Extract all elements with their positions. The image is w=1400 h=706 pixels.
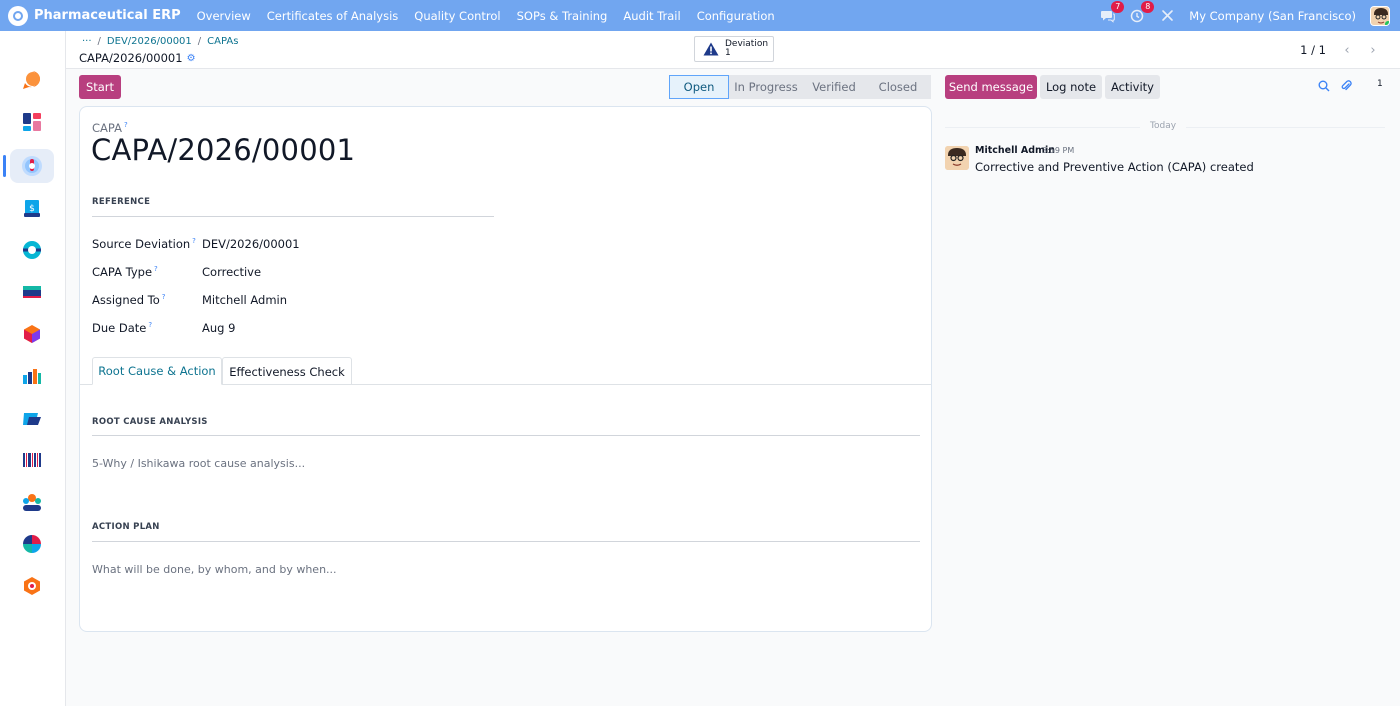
- due-date-label-text: Due Date: [92, 321, 147, 335]
- systray: 7 8 My Company (San Francisco): [1099, 0, 1390, 31]
- chatter-tools: [1318, 79, 1352, 92]
- activity-button[interactable]: Activity: [1105, 75, 1160, 99]
- action-plan-textarea[interactable]: What will be done, by whom, and by when.…: [92, 563, 337, 576]
- top-navbar: Pharmaceutical ERP Overview Certificates…: [0, 0, 1400, 31]
- send-message-button[interactable]: Send message: [945, 75, 1037, 99]
- breadcrumb-deviation[interactable]: DEV/2026/00001: [107, 36, 192, 47]
- capa-type-label: CAPA Type?: [92, 265, 158, 279]
- inventory-app-icon[interactable]: [10, 317, 54, 351]
- pharma-erp-app-icon[interactable]: [10, 149, 54, 183]
- source-deviation-field[interactable]: DEV/2026/00001: [202, 237, 300, 251]
- employees-app-icon[interactable]: [10, 485, 54, 519]
- record-title-text: CAPA/2026/00001: [79, 51, 183, 65]
- app-sidebar: $: [0, 31, 66, 706]
- action-plan-divider: [92, 541, 920, 542]
- tab-root-cause-action[interactable]: Root Cause & Action: [92, 357, 222, 385]
- breadcrumb-ellipsis[interactable]: ···: [82, 36, 92, 47]
- pager: 1 / 1 ‹ ›: [1300, 39, 1384, 61]
- menu-quality-control[interactable]: Quality Control: [406, 9, 508, 23]
- breadcrumb-separator: /: [197, 36, 202, 47]
- action-plan-group-title: ACTION PLAN: [92, 522, 160, 532]
- help-tooltip-icon[interactable]: ?: [154, 265, 158, 273]
- help-tooltip-icon[interactable]: ?: [162, 293, 166, 301]
- active-app-marker: [3, 155, 6, 177]
- deviation-smart-button[interactable]: Deviation 1: [694, 36, 774, 62]
- menu-configuration[interactable]: Configuration: [689, 9, 783, 23]
- status-bar: Open In Progress Verified Closed: [669, 75, 931, 99]
- notebook-tabs: Root Cause & Action Effectiveness Check: [80, 357, 931, 385]
- control-panel: ··· / DEV/2026/00001 / CAPAs CAPA/2026/0…: [66, 31, 1400, 69]
- menu-sops-training[interactable]: SOPs & Training: [509, 9, 616, 23]
- help-tooltip-icon[interactable]: ?: [192, 237, 196, 245]
- record-name[interactable]: CAPA/2026/00001: [91, 133, 355, 167]
- gear-icon[interactable]: ⚙: [187, 53, 196, 64]
- warning-icon: [703, 42, 719, 56]
- paperclip-icon[interactable]: [1340, 79, 1352, 92]
- search-icon[interactable]: [1318, 80, 1330, 92]
- dashboard-app-icon[interactable]: [10, 105, 54, 139]
- activities-clock-icon[interactable]: 8: [1129, 0, 1155, 24]
- assigned-to-field[interactable]: Mitchell Admin: [202, 293, 287, 307]
- user-avatar[interactable]: [1370, 5, 1390, 26]
- source-deviation-label-text: Source Deviation: [92, 237, 191, 251]
- breadcrumb-capas[interactable]: CAPAs: [207, 36, 238, 47]
- quality-app-icon[interactable]: [10, 401, 54, 435]
- message-body: Corrective and Preventive Action (CAPA) …: [975, 160, 1254, 174]
- barcode-app-icon[interactable]: [10, 443, 54, 477]
- due-date-label: Due Date?: [92, 321, 152, 335]
- date-separator: Today: [1140, 121, 1187, 131]
- reference-divider: [92, 216, 494, 217]
- main-menu: Overview Certificates of Analysis Qualit…: [189, 9, 783, 23]
- message-author-avatar[interactable]: [945, 146, 969, 170]
- breadcrumb: ··· / DEV/2026/00001 / CAPAs: [82, 36, 238, 47]
- start-button[interactable]: Start: [79, 75, 121, 99]
- stage-verified[interactable]: Verified: [803, 75, 865, 99]
- messages-icon[interactable]: 7: [1099, 0, 1125, 24]
- root-cause-textarea[interactable]: 5-Why / Ishikawa root cause analysis...: [92, 457, 305, 470]
- app-name[interactable]: Pharmaceutical ERP: [34, 8, 181, 23]
- assigned-to-label: Assigned To?: [92, 293, 166, 307]
- crm-app-icon[interactable]: [10, 233, 54, 267]
- stage-open[interactable]: Open: [669, 75, 729, 99]
- pager-value[interactable]: 1 / 1: [1300, 43, 1326, 57]
- root-cause-divider: [92, 435, 920, 436]
- pager-next-icon[interactable]: ›: [1362, 39, 1384, 61]
- stage-in-progress[interactable]: In Progress: [729, 75, 803, 99]
- menu-audit-trail[interactable]: Audit Trail: [615, 9, 688, 23]
- message-time: 3:59 PM: [1042, 146, 1075, 155]
- help-tooltip-icon[interactable]: ?: [124, 121, 128, 129]
- activities-badge: 8: [1141, 0, 1155, 13]
- settings-app-icon[interactable]: [10, 569, 54, 603]
- app-logo-icon[interactable]: [8, 5, 28, 26]
- source-deviation-label: Source Deviation?: [92, 237, 196, 251]
- stage-closed[interactable]: Closed: [865, 75, 931, 99]
- help-tooltip-icon[interactable]: ?: [148, 321, 152, 329]
- menu-certificates-of-analysis[interactable]: Certificates of Analysis: [259, 9, 407, 23]
- capa-type-field[interactable]: Corrective: [202, 265, 261, 279]
- sales-app-icon[interactable]: [10, 275, 54, 309]
- discuss-app-icon[interactable]: [10, 63, 54, 97]
- company-switcher[interactable]: My Company (San Francisco): [1189, 9, 1356, 23]
- capa-type-label-text: CAPA Type: [92, 265, 153, 279]
- menu-overview[interactable]: Overview: [189, 9, 259, 23]
- record-title: CAPA/2026/00001 ⚙: [79, 51, 196, 65]
- assigned-to-label-text: Assigned To: [92, 293, 160, 307]
- log-note-button[interactable]: Log note: [1040, 75, 1102, 99]
- due-date-field[interactable]: Aug 9: [202, 321, 235, 335]
- messages-badge: 7: [1111, 0, 1125, 13]
- smart-button-count: 1: [725, 48, 731, 58]
- breadcrumb-separator: /: [97, 36, 101, 47]
- invoicing-app-icon[interactable]: $: [10, 191, 54, 225]
- svg-text:$: $: [29, 204, 35, 214]
- smart-button-label: Deviation: [725, 39, 769, 49]
- root-cause-group-title: ROOT CAUSE ANALYSIS: [92, 417, 208, 427]
- manufacturing-app-icon[interactable]: [10, 359, 54, 393]
- pager-previous-icon[interactable]: ‹: [1336, 39, 1358, 61]
- tools-icon[interactable]: [1159, 8, 1175, 24]
- form-sheet: CAPA? CAPA/2026/00001 REFERENCE Source D…: [79, 106, 932, 632]
- reference-group-title: REFERENCE: [92, 197, 151, 207]
- tab-effectiveness-check[interactable]: Effectiveness Check: [222, 357, 352, 385]
- reporting-app-icon[interactable]: [10, 527, 54, 561]
- attachments-count: 1: [1377, 79, 1383, 89]
